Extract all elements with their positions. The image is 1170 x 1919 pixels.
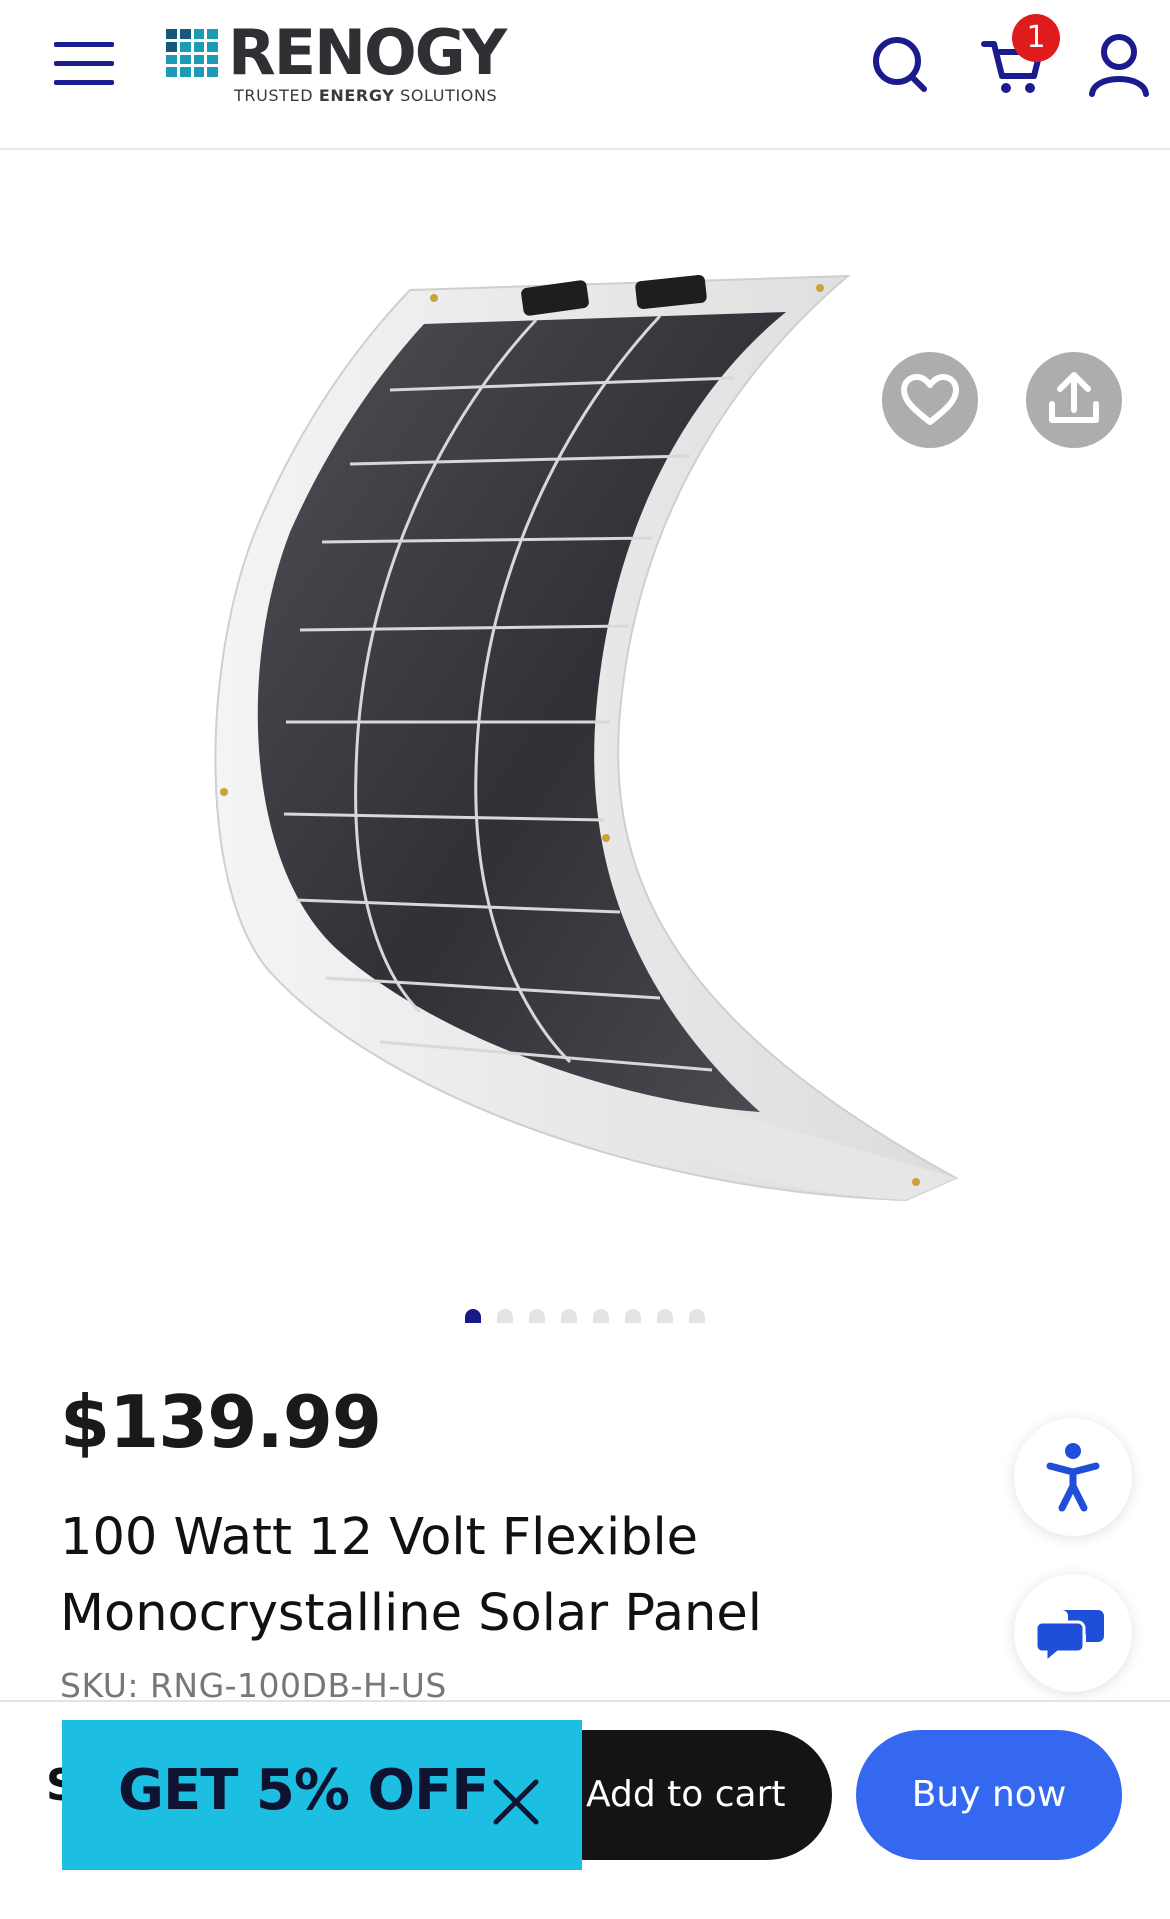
gallery-dot[interactable] bbox=[561, 1309, 577, 1323]
menu-icon[interactable] bbox=[54, 42, 114, 92]
buy-now-button[interactable]: Buy now bbox=[856, 1730, 1122, 1860]
gallery-dot[interactable] bbox=[465, 1309, 481, 1323]
gallery-dot[interactable] bbox=[529, 1309, 545, 1323]
chat-icon[interactable] bbox=[1014, 1574, 1132, 1692]
heart-icon[interactable] bbox=[882, 352, 978, 448]
gallery-pagination bbox=[0, 1308, 1170, 1323]
account-icon[interactable] bbox=[1084, 30, 1154, 100]
gallery-dot[interactable] bbox=[689, 1309, 705, 1323]
product-price: $139.99 bbox=[60, 1380, 382, 1464]
solar-panel-image bbox=[214, 274, 959, 1202]
close-icon[interactable] bbox=[490, 1776, 542, 1828]
product-gallery[interactable] bbox=[0, 152, 1170, 1322]
product-title: 100 Watt 12 Volt Flexible Monocrystallin… bbox=[60, 1508, 762, 1643]
gallery-dot[interactable] bbox=[657, 1309, 673, 1323]
cart-count-badge: 1 bbox=[1012, 14, 1060, 62]
gallery-dot[interactable] bbox=[593, 1309, 609, 1323]
renogy-logo[interactable]: RENOGY TRUSTED ENERGY SOLUTIONS bbox=[166, 16, 536, 110]
search-icon[interactable] bbox=[866, 30, 936, 100]
accessibility-icon[interactable] bbox=[1014, 1418, 1132, 1536]
discount-label[interactable]: GET 5% OFF bbox=[118, 1758, 490, 1823]
site-header: RENOGY TRUSTED ENERGY SOLUTIONS 1 bbox=[0, 0, 1170, 150]
share-icon[interactable] bbox=[1026, 352, 1122, 448]
logo-grid-icon bbox=[166, 29, 218, 77]
gallery-dot[interactable] bbox=[497, 1309, 513, 1323]
discount-popup[interactable]: GET 5% OFF bbox=[62, 1720, 582, 1870]
gallery-dot[interactable] bbox=[625, 1309, 641, 1323]
brand-name: RENOGY bbox=[228, 16, 507, 89]
brand-tagline: TRUSTED ENERGY SOLUTIONS bbox=[234, 86, 498, 105]
product-sku: SKU: RNG-100DB-H-US bbox=[60, 1666, 447, 1700]
